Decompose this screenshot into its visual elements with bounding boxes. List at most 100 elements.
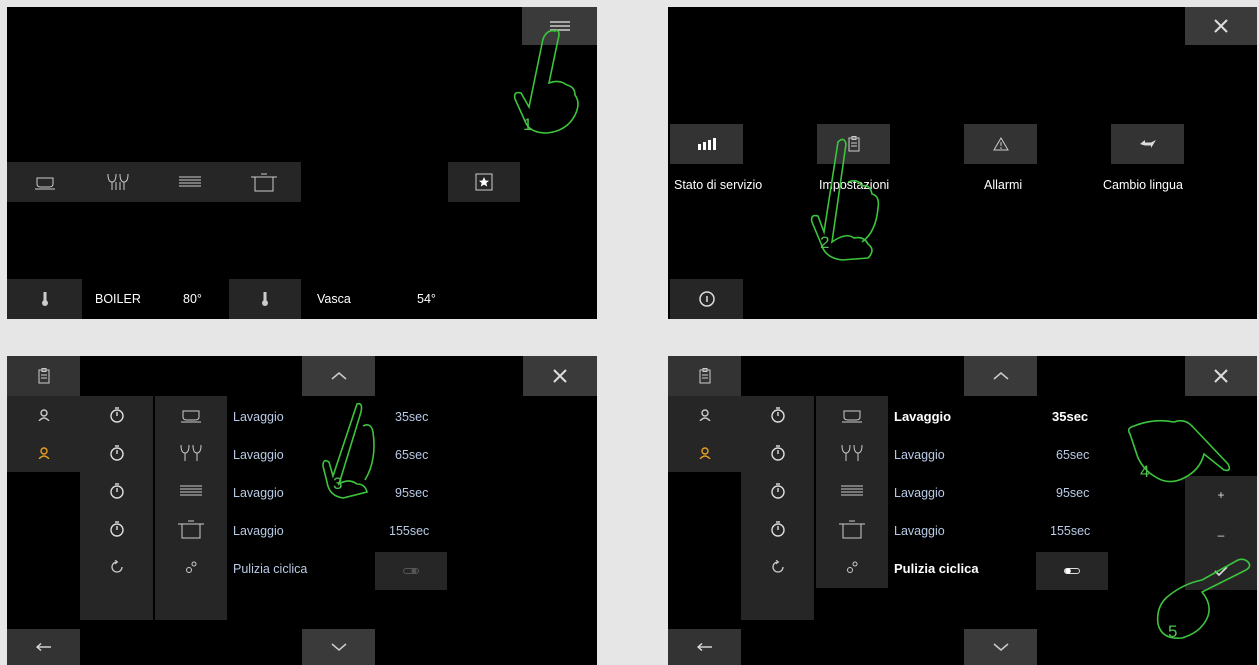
cycle-cell	[80, 548, 153, 586]
timer-cell	[80, 510, 153, 548]
language-button[interactable]	[1111, 124, 1184, 164]
user-icon	[37, 409, 50, 421]
row-value[interactable]: 95sec	[395, 486, 428, 500]
cyclic-cleaning-label: Pulizia ciclica	[894, 561, 979, 576]
timer-cell	[80, 396, 153, 434]
drops-icon	[186, 561, 197, 573]
menu-button[interactable]	[522, 7, 597, 45]
clipboard-tab[interactable]	[668, 356, 741, 396]
row-label: Lavaggio	[233, 486, 284, 500]
toggle-off-icon	[1064, 568, 1080, 574]
close-button[interactable]	[1185, 7, 1257, 45]
program-icon-cell	[155, 472, 227, 510]
user-profile-button[interactable]	[7, 396, 80, 434]
cyclic-cleaning-toggle[interactable]	[1036, 552, 1108, 590]
back-button[interactable]	[668, 629, 741, 665]
scroll-down-button[interactable]	[302, 629, 375, 665]
program-icon-cell	[816, 472, 888, 510]
timer-cell	[741, 472, 814, 510]
row-value-selected[interactable]: 35sec	[1052, 410, 1088, 424]
user-icon	[698, 409, 711, 421]
confirm-button[interactable]	[1185, 552, 1257, 590]
back-button[interactable]	[7, 629, 80, 665]
cyclic-cleaning-label: Pulizia ciclica	[233, 562, 308, 576]
alarms-label: Allarmi	[984, 178, 1023, 192]
scroll-down-button[interactable]	[964, 629, 1037, 665]
chevron-down-icon	[331, 643, 346, 651]
increment-button[interactable]: +	[1185, 476, 1257, 514]
technician-profile-button[interactable]	[7, 434, 80, 472]
stopwatch-icon	[770, 407, 785, 423]
row-value[interactable]: 65sec	[395, 448, 428, 462]
cyclic-cleaning-toggle[interactable]	[375, 552, 447, 590]
clipboard-icon	[699, 368, 710, 384]
row-label-selected: Lavaggio	[894, 409, 952, 424]
scroll-up-button[interactable]	[964, 356, 1037, 396]
row-label: Lavaggio	[894, 448, 945, 462]
program-cups-button[interactable]	[7, 162, 82, 202]
thermometer-icon	[41, 292, 48, 306]
info-icon	[698, 291, 715, 307]
step-number-3: 3	[333, 474, 343, 493]
hamburger-icon	[549, 21, 570, 31]
program-plates-button[interactable]	[154, 162, 226, 202]
toggle-off-icon	[403, 568, 419, 574]
cyclic-icon	[816, 548, 888, 586]
settings-label: Impostazioni	[819, 178, 890, 192]
clipboard-icon	[38, 368, 49, 384]
row-value[interactable]: 155sec	[389, 524, 429, 538]
boiler-thermometer-button[interactable]	[7, 279, 82, 319]
cycle-cell	[741, 548, 814, 586]
row-value[interactable]: 155sec	[1050, 524, 1090, 538]
step-number-1: 1	[523, 115, 533, 134]
service-status-button[interactable]	[670, 124, 743, 164]
close-button[interactable]	[1185, 356, 1257, 396]
cup-icon	[842, 410, 862, 423]
chevron-up-icon	[993, 372, 1008, 380]
row-label: Lavaggio	[894, 524, 945, 538]
plates-icon	[841, 485, 863, 496]
star-icon	[475, 173, 493, 191]
close-button[interactable]	[523, 356, 597, 396]
hand-pointer-icon	[322, 402, 375, 499]
arrow-left-icon	[696, 643, 712, 651]
scroll-up-button[interactable]	[302, 356, 375, 396]
row-label: Lavaggio	[894, 486, 945, 500]
pot-icon	[178, 520, 204, 539]
program-icon-cell	[816, 434, 888, 472]
row-value[interactable]: 35sec	[395, 410, 428, 424]
program-glasses-button[interactable]	[82, 162, 154, 202]
stopwatch-icon	[109, 521, 124, 537]
close-icon	[1214, 369, 1228, 383]
row-value[interactable]: 65sec	[1056, 448, 1089, 462]
glasses-icon	[107, 173, 129, 190]
timer-cell	[80, 472, 153, 510]
favorites-button[interactable]	[448, 162, 520, 202]
program-pot-button[interactable]	[226, 162, 301, 202]
row-label: Lavaggio	[233, 410, 284, 424]
info-button[interactable]	[670, 279, 743, 319]
cup-icon	[181, 410, 201, 423]
decrement-button[interactable]: –	[1185, 516, 1257, 554]
alarms-button[interactable]	[964, 124, 1037, 164]
technician-profile-button[interactable]	[668, 434, 741, 472]
arrow-left-icon	[35, 643, 51, 651]
technician-icon	[37, 447, 50, 459]
tank-thermometer-button[interactable]	[229, 279, 301, 319]
language-label: Cambio lingua	[1103, 178, 1183, 192]
program-icon-cell	[155, 396, 227, 434]
cup-icon	[34, 177, 55, 190]
tank-label: Vasca	[317, 292, 351, 306]
stopwatch-icon	[770, 483, 785, 499]
user-profile-button[interactable]	[668, 396, 741, 434]
row-value[interactable]: 95sec	[1056, 486, 1089, 500]
thermometer-icon	[262, 292, 268, 306]
row-label: Lavaggio	[233, 448, 284, 462]
timer-cell	[80, 434, 153, 472]
warning-icon	[992, 137, 1009, 151]
settings-button[interactable]	[817, 124, 890, 164]
plates-icon	[179, 176, 201, 187]
timer-cell	[741, 510, 814, 548]
program-icon-cell	[155, 510, 227, 548]
clipboard-tab[interactable]	[7, 356, 80, 396]
